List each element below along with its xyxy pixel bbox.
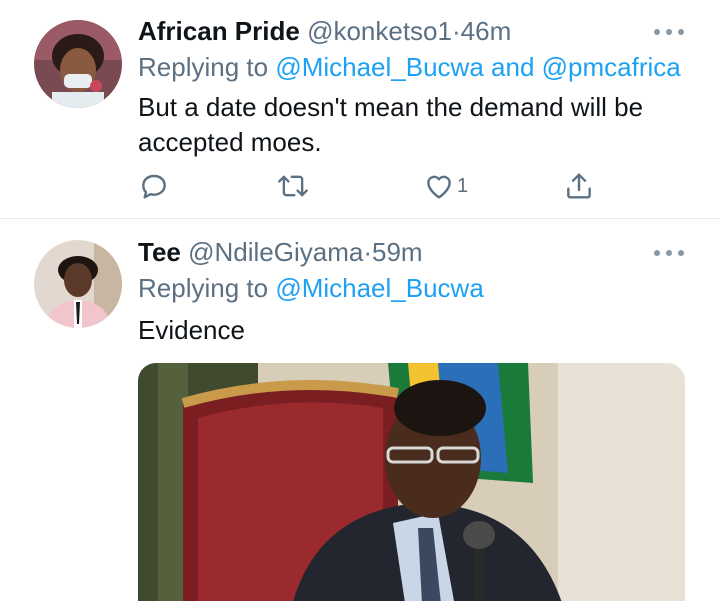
mention-link[interactable]: @Michael_Bucwa — [275, 52, 483, 82]
separator: · — [451, 16, 461, 46]
tweet-photo[interactable] — [138, 363, 685, 601]
heart-icon — [427, 175, 451, 199]
reply-button[interactable] — [138, 166, 170, 206]
display-name[interactable]: African Pride — [138, 16, 300, 46]
avatar[interactable] — [34, 240, 122, 328]
tweet-text: Evidence — [138, 315, 245, 345]
replying-to: Replying to @Michael_Bucwa — [138, 271, 484, 305]
tweet-header: Tee @NdileGiyama·59m — [138, 235, 423, 269]
tweet-header: African Pride @konketso1·46m — [138, 14, 511, 48]
display-name[interactable]: Tee — [138, 237, 181, 267]
more-icon[interactable] — [654, 28, 684, 36]
tweet-tee[interactable]: Tee @NdileGiyama·59m Replying to @Michae… — [0, 219, 720, 601]
reply-joiner: and — [491, 52, 535, 82]
like-button[interactable]: 1 — [423, 166, 468, 206]
replying-prefix: Replying to — [138, 52, 269, 82]
avatar[interactable] — [34, 20, 122, 108]
more-icon[interactable] — [654, 249, 684, 257]
mention-link[interactable]: @pmcafrica — [542, 52, 681, 82]
handle[interactable]: @konketso1 — [307, 16, 452, 46]
timestamp[interactable]: 46m — [461, 16, 512, 46]
retweet-icon — [278, 175, 308, 197]
mention-link[interactable]: @Michael_Bucwa — [275, 273, 483, 303]
separator: · — [363, 237, 373, 267]
handle[interactable]: @NdileGiyama — [188, 237, 363, 267]
reply-icon — [142, 174, 166, 199]
replying-prefix: Replying to — [138, 273, 269, 303]
retweet-button[interactable] — [276, 166, 310, 206]
replying-to: Replying to @Michael_Bucwa and @pmcafric… — [138, 50, 681, 84]
like-count: 1 — [457, 174, 469, 197]
timestamp[interactable]: 59m — [372, 237, 423, 267]
share-icon — [567, 173, 591, 199]
share-button[interactable] — [563, 166, 595, 206]
tweet-actions: 1 — [0, 166, 720, 206]
tweet-african-pride[interactable]: African Pride @konketso1·46m Replying to… — [0, 0, 720, 219]
tweet-text: But a date doesn't mean the demand will … — [138, 92, 644, 157]
